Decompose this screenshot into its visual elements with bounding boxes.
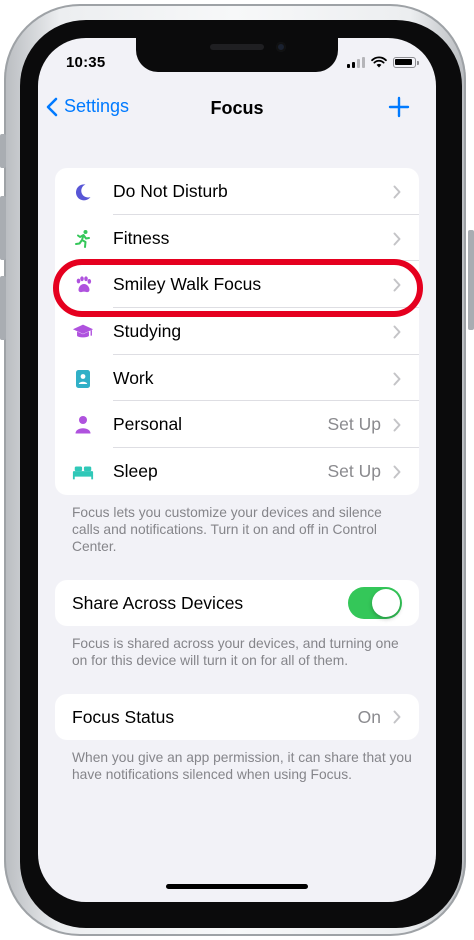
focus-item-personal[interactable]: Personal Set Up (55, 401, 419, 449)
battery-icon (393, 56, 419, 68)
chevron-right-icon (393, 185, 401, 199)
share-across-devices-toggle[interactable] (348, 587, 402, 619)
chevron-right-icon (393, 325, 401, 339)
silent-switch (0, 134, 6, 168)
speaker-grille (210, 44, 264, 50)
focus-status-value: On (357, 706, 381, 727)
moon-icon (72, 181, 94, 203)
chevron-right-icon (393, 278, 401, 292)
chevron-right-icon (393, 232, 401, 246)
share-across-devices-label: Share Across Devices (72, 592, 244, 613)
focus-status-label: Focus Status (72, 706, 175, 727)
focus-item-sleep[interactable]: Sleep Set Up (55, 448, 419, 495)
focus-item-label: Work (113, 367, 154, 388)
back-label: Settings (64, 96, 130, 116)
focus-item-label: Fitness (113, 227, 170, 248)
wifi-icon (371, 56, 387, 68)
focus-item-label: Sleep (113, 460, 158, 481)
plus-icon (388, 96, 410, 118)
status-time: 10:35 (66, 54, 106, 71)
person-icon (72, 414, 94, 436)
focus-item-label: Personal (113, 414, 183, 435)
power-button (468, 230, 474, 330)
chevron-left-icon (46, 97, 58, 116)
focus-description: Focus lets you customize your devices an… (72, 505, 382, 555)
status-icons (347, 56, 419, 68)
focus-item-do-not-disturb[interactable]: Do Not Disturb (55, 168, 419, 215)
focus-item-studying[interactable]: Studying (55, 308, 419, 355)
notch (136, 38, 338, 72)
back-button[interactable]: Settings (46, 96, 129, 117)
chevron-right-icon (393, 372, 401, 386)
focus-modes-list: Do Not Disturb Fitness Smiley Walk Focus… (55, 168, 419, 495)
toggle-knob (372, 589, 400, 617)
home-indicator[interactable] (166, 884, 308, 889)
chevron-right-icon (393, 710, 401, 724)
share-across-devices-row: Share Across Devices (55, 580, 419, 626)
focus-item-smiley-walk-focus[interactable]: Smiley Walk Focus (55, 261, 419, 309)
chevron-right-icon (393, 418, 401, 432)
graduation-cap-icon (72, 321, 94, 343)
front-camera (276, 42, 286, 52)
page-title: Focus (210, 98, 264, 118)
focus-item-value: Set Up (327, 460, 382, 481)
focus-item-label: Do Not Disturb (113, 180, 228, 201)
focus-item-label: Smiley Walk Focus (113, 274, 262, 295)
volume-up-button (0, 196, 6, 260)
focus-item-fitness[interactable]: Fitness (55, 215, 419, 262)
running-figure-icon (72, 228, 94, 250)
focus-item-value: Set Up (327, 414, 382, 435)
screen: 10:35 Settings Focus Do Not Disturb Fitn… (38, 38, 436, 902)
focus-status-description: When you give an app permission, it can … (72, 750, 412, 783)
cellular-signal-icon (347, 56, 365, 68)
chevron-right-icon (393, 465, 401, 479)
volume-down-button (0, 276, 6, 340)
focus-item-label: Studying (113, 320, 182, 341)
share-across-devices-group: Share Across Devices (55, 580, 419, 626)
add-focus-button[interactable] (388, 96, 410, 123)
id-badge-icon (72, 368, 94, 390)
focus-status-row[interactable]: Focus Status On (55, 694, 419, 740)
focus-item-work[interactable]: Work (55, 355, 419, 402)
paw-print-icon (72, 274, 94, 296)
share-description: Focus is shared across your devices, and… (72, 636, 399, 669)
focus-status-group: Focus Status On (55, 694, 419, 740)
bed-icon (72, 461, 94, 483)
